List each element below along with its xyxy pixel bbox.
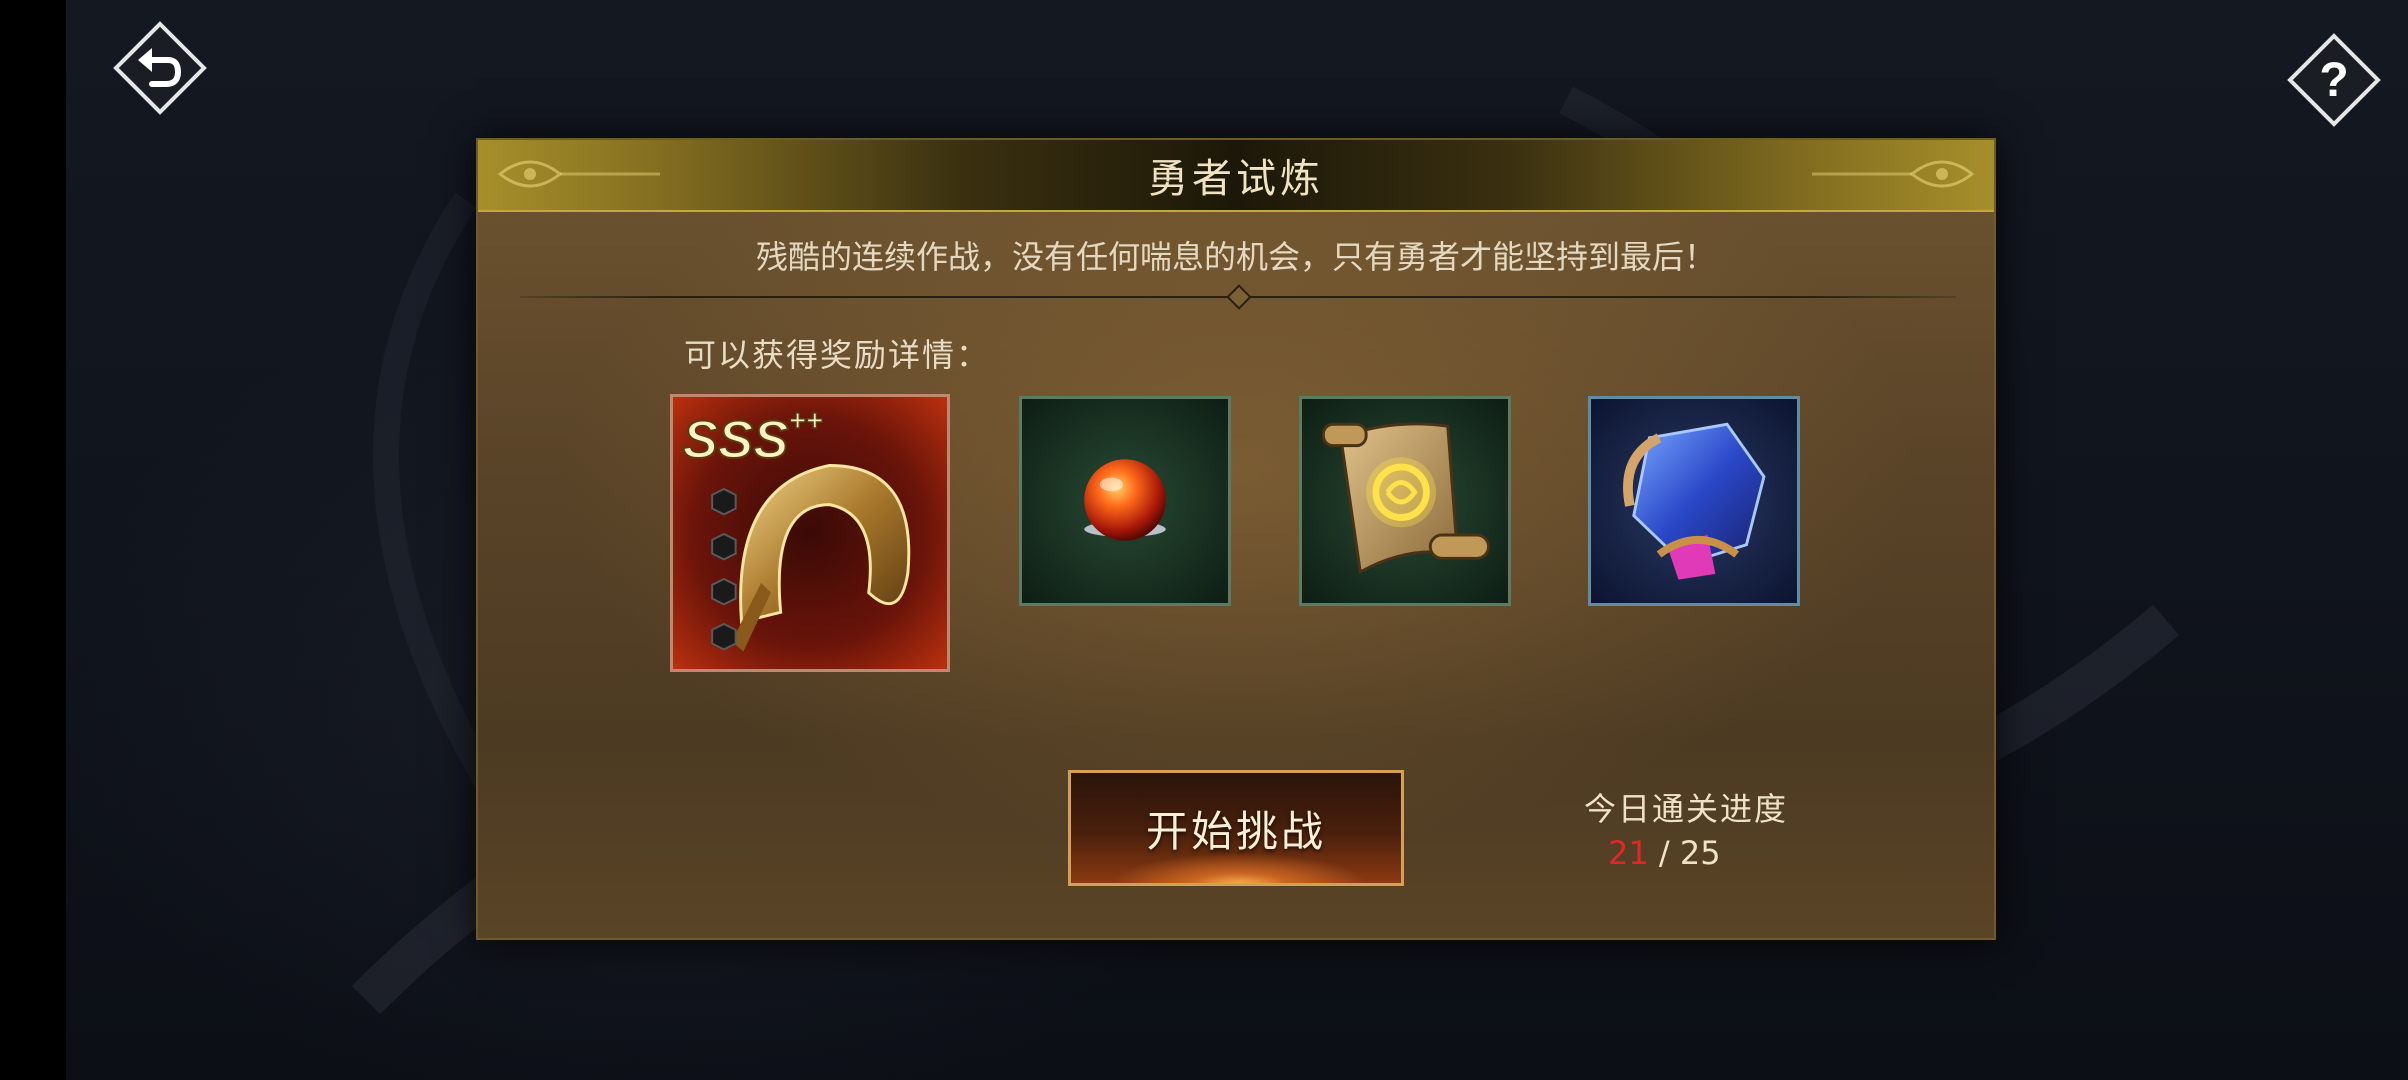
- progress-current: 21: [1608, 834, 1649, 872]
- progress-total: 25: [1679, 834, 1721, 872]
- item-grade-suffix: ++: [788, 404, 822, 437]
- screen: ? 勇者试炼 残酷的连续作战，没有任何喘息的机会，只有勇者才能坚持到最后！ 可以…: [0, 0, 2408, 1080]
- blue-crystal-icon: [1591, 399, 1797, 603]
- undo-arrow-icon: [113, 21, 207, 115]
- start-challenge-label: 开始挑战: [1145, 806, 1326, 856]
- reward-item-ring[interactable]: SSS ++: [670, 394, 950, 672]
- reward-item-scroll[interactable]: [1299, 396, 1511, 606]
- reward-label: 可以获得奖励详情：: [684, 336, 991, 374]
- golden-ring-icon: SSS ++: [673, 397, 947, 669]
- panel-description: 残酷的连续作战，没有任何喘息的机会，只有勇者才能坚持到最后！: [755, 238, 1716, 276]
- progress-title: 今日通关进度: [1584, 790, 1789, 828]
- divider-gem: [1226, 284, 1252, 310]
- back-button[interactable]: [112, 20, 208, 116]
- fire-orb-icon: [1022, 399, 1228, 603]
- panel-title: 勇者试炼: [1148, 156, 1324, 202]
- trial-panel: 勇者试炼 残酷的连续作战，没有任何喘息的机会，只有勇者才能坚持到最后！ 可以获得…: [476, 138, 1996, 940]
- reward-item-orb[interactable]: [1019, 396, 1231, 606]
- progress-value: 21 / 25: [1608, 834, 1721, 872]
- panel-title-bar: 勇者试炼: [478, 140, 1994, 212]
- glowing-scroll-icon: [1302, 399, 1508, 603]
- item-grade: SSS: [683, 411, 789, 470]
- svg-text:?: ?: [2319, 54, 2348, 107]
- ornament-left-icon: [497, 160, 660, 188]
- start-challenge-button[interactable]: 开始挑战: [1068, 770, 1404, 886]
- question-mark-icon: ?: [2287, 33, 2381, 127]
- help-button[interactable]: ?: [2286, 32, 2382, 128]
- ornament-right-icon: [1812, 160, 1975, 188]
- reward-item-crystal[interactable]: [1588, 396, 1800, 606]
- progress-separator: /: [1648, 834, 1680, 872]
